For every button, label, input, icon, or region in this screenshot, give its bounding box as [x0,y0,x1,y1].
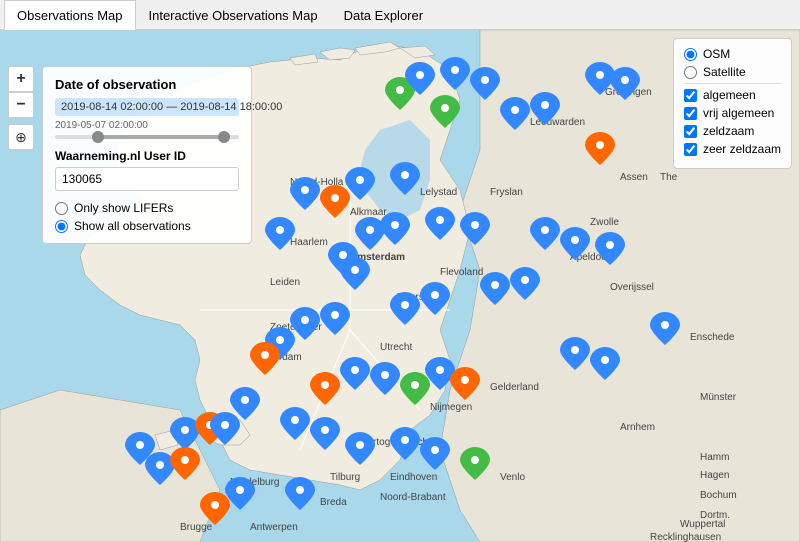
city-haarlem: Haarlem [290,237,328,248]
city-enschede: Enschede [690,332,735,343]
radio-lifers-label[interactable]: Only show LIFERs [55,201,239,215]
city-the: The [660,172,678,183]
user-section-label: Waarneming.nl User ID [55,149,239,163]
zoom-controls: + − ⊕ [8,66,34,150]
city-gelderland: Gelderland [490,382,539,393]
city-tilburg: Tilburg [330,472,360,483]
city-lelystad: Lelystad [420,187,457,198]
date-slider[interactable]: 2019-05-07 02:00:00 [55,120,239,139]
radio-all-text: Show all observations [74,219,191,233]
city-overijssel: Overijssel [610,282,654,293]
city-arnhem: Arnhem [620,422,655,433]
layer-controls: OSM Satellite algemeen vrij algemeen zel… [673,38,792,169]
zeer-zeldzaam-layer-item[interactable]: zeer zeldzaam [684,142,781,156]
radio-lifers[interactable] [55,202,68,215]
osm-radio[interactable] [684,48,697,61]
algemeen-checkbox[interactable] [684,89,697,102]
algemeen-layer-item[interactable]: algemeen [684,88,781,102]
city-nijmegen: Nijmegen [430,402,472,413]
city-venlo: Venlo [500,472,525,483]
satellite-radio[interactable] [684,66,697,79]
radio-all[interactable] [55,220,68,233]
slider-thumb-left[interactable] [92,131,104,143]
slider-track [55,135,239,139]
date-min-label: 2019-05-07 02:00:00 [55,120,239,131]
zoom-in-button[interactable]: + [8,66,34,92]
city-noordbrabant: Noord-Brabant [380,492,446,503]
osm-label: OSM [703,47,730,61]
zoom-out-button[interactable]: − [8,92,34,118]
satellite-label: Satellite [703,65,746,79]
city-wuppertal: Wuppertal [680,519,725,530]
city-brugge: Brugge [180,522,213,533]
zeer-zeldzaam-checkbox[interactable] [684,143,697,156]
vrij-algemeen-checkbox[interactable] [684,107,697,120]
city-hamm: Hamm [700,452,729,463]
locate-button[interactable]: ⊕ [8,124,34,150]
date-section-label: Date of observation [55,77,239,92]
city-assen: Assen [620,172,648,183]
vrij-algemeen-label: vrij algemeen [703,106,774,120]
city-zwolle: Zwolle [590,217,619,228]
tab-interactive-observations-map[interactable]: Interactive Observations Map [136,0,331,30]
zeldzaam-layer-item[interactable]: zeldzaam [684,124,781,138]
city-munster: Münster [700,392,737,403]
city-utrecht: Utrecht [380,342,412,353]
city-hagen: Hagen [700,470,729,481]
radio-all-label[interactable]: Show all observations [55,219,239,233]
slider-thumb-right[interactable] [218,131,230,143]
city-flevoland: Flevoland [440,267,483,278]
algemeen-label: algemeen [703,88,756,102]
tab-data-explorer[interactable]: Data Explorer [331,0,436,30]
city-alkmaar: Alkmaar [350,207,387,218]
city-antwerpen: Antwerpen [250,522,298,533]
slider-fill [92,135,230,139]
city-fryslan: Fryslan [490,187,523,198]
osm-layer-item[interactable]: OSM [684,47,781,61]
city-leiden: Leiden [270,277,300,288]
city-eindhoven: Eindhoven [390,472,437,483]
map-area[interactable]: Groningen Leeuwarden Amsterdam Amersfoor… [0,30,800,542]
city-leeuwarden: Leeuwarden [530,117,585,128]
zeldzaam-checkbox[interactable] [684,125,697,138]
tab-bar: Observations Map Interactive Observation… [0,0,800,30]
vrij-algemeen-layer-item[interactable]: vrij algemeen [684,106,781,120]
city-breda: Breda [320,497,347,508]
layer-divider [684,83,781,84]
control-panel: Date of observation 2019-08-14 02:00:00 … [42,66,252,244]
main-container: Groningen Leeuwarden Amsterdam Amersfoor… [0,30,800,542]
user-id-input[interactable] [55,167,239,191]
zeer-zeldzaam-label: zeer zeldzaam [703,142,781,156]
radio-group: Only show LIFERs Show all observations [55,201,239,233]
satellite-layer-item[interactable]: Satellite [684,65,781,79]
city-reckl: Recklinghausen [650,532,721,542]
city-bochum: Bochum [700,490,737,501]
tab-observations-map[interactable]: Observations Map [4,0,136,30]
radio-lifers-text: Only show LIFERs [74,201,173,215]
zeldzaam-label: zeldzaam [703,124,754,138]
date-range-display: 2019-08-14 02:00:00 — 2019-08-14 18:00:0… [55,98,239,116]
